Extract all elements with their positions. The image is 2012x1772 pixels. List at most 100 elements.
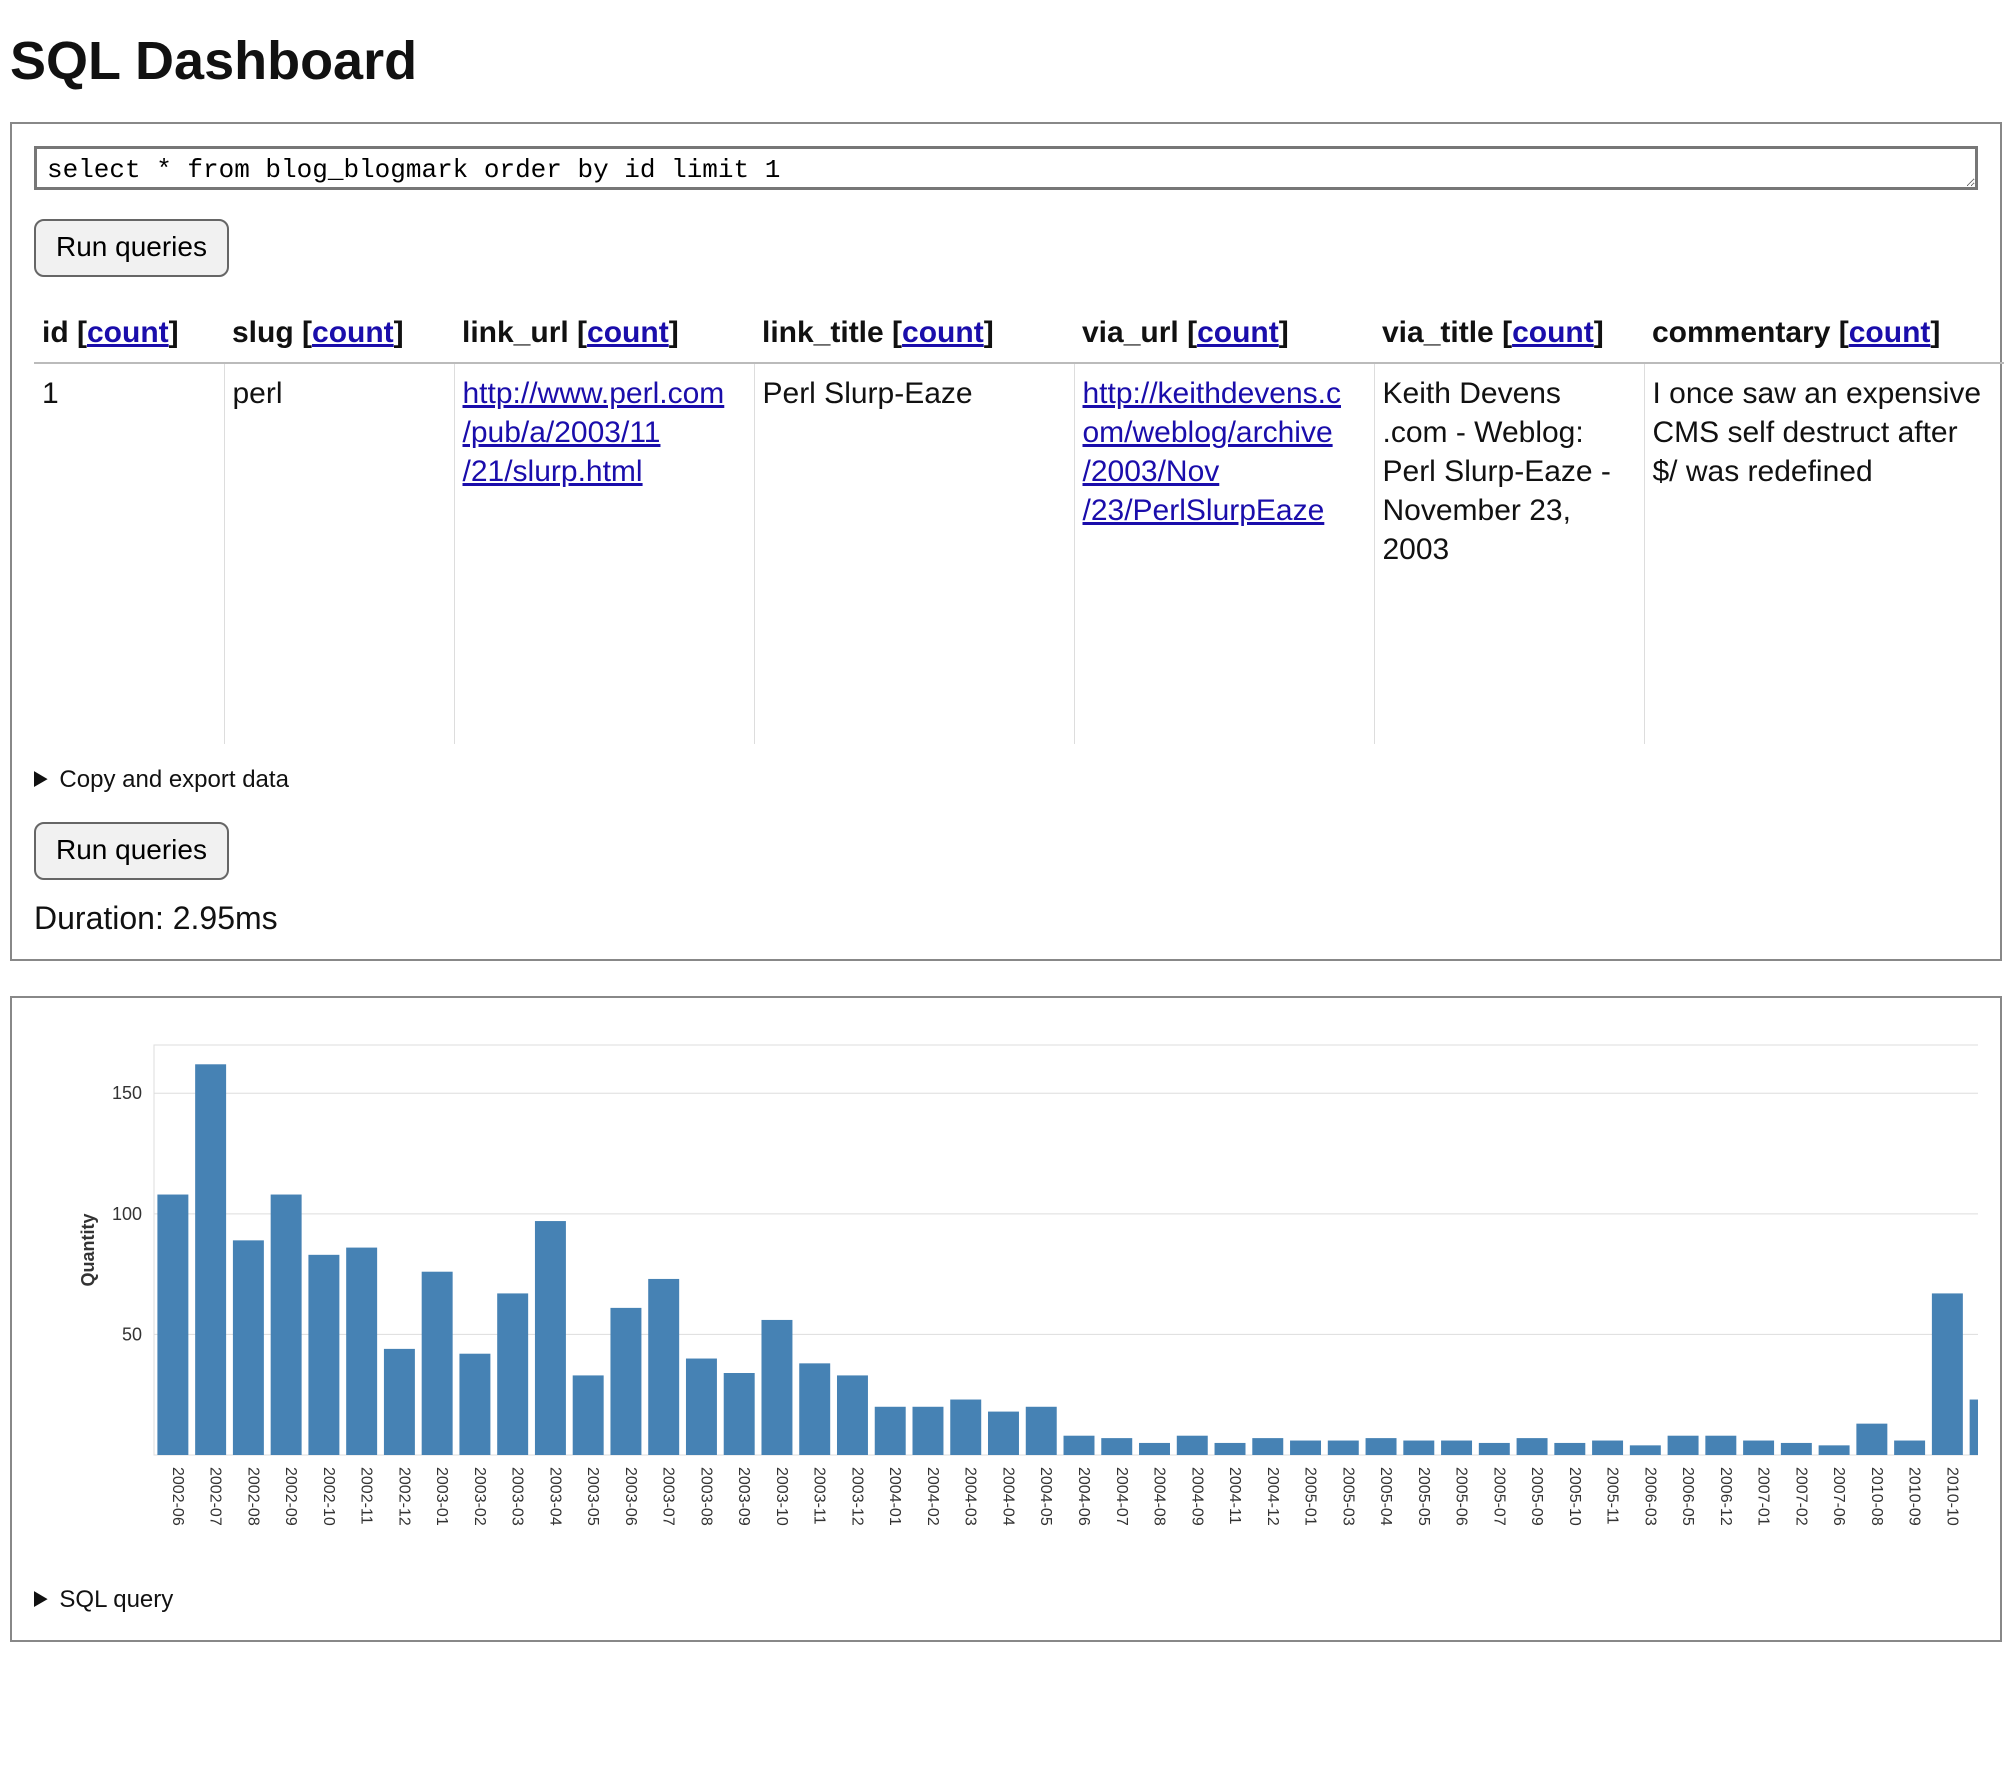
bar-2004-06: [1064, 1436, 1095, 1455]
svg-text:2004-06: 2004-06: [1075, 1467, 1092, 1526]
svg-text:2010-08: 2010-08: [1868, 1467, 1885, 1526]
sql-query-summary[interactable]: SQL query: [34, 1582, 1978, 1618]
column-header-commentary: commentary [count]: [1644, 303, 2004, 363]
bar-2004-05: [1026, 1407, 1057, 1455]
query-panel: Run queries id [count]slug [count]link_u…: [10, 122, 2002, 961]
bar-2003-06: [610, 1308, 641, 1455]
cell-link-title: Perl Slurp-Eaze: [754, 363, 1074, 744]
bar-2003-01: [422, 1272, 453, 1455]
duration-text: Duration: 2.95ms: [34, 900, 1978, 937]
svg-text:2004-12: 2004-12: [1264, 1467, 1281, 1526]
run-queries-button-bottom[interactable]: Run queries: [34, 822, 229, 880]
bar-2005-07: [1479, 1443, 1510, 1455]
column-header-id: id [count]: [34, 303, 224, 363]
bar-2004-03: [950, 1400, 981, 1455]
svg-text:2004-03: 2004-03: [962, 1467, 979, 1526]
bar-2004-04: [988, 1412, 1019, 1455]
column-header-link_url: link_url [count]: [454, 303, 754, 363]
count-link-via_url[interactable]: count: [1197, 316, 1279, 349]
bar-2003-03: [497, 1293, 528, 1455]
results-table: id [count]slug [count]link_url [count]li…: [34, 303, 2004, 744]
count-link-id[interactable]: count: [87, 316, 169, 349]
bar-2005-09: [1517, 1438, 1548, 1455]
svg-text:2003-07: 2003-07: [660, 1467, 677, 1526]
bar-2005-11: [1592, 1441, 1623, 1455]
svg-text:2007-02: 2007-02: [1792, 1467, 1809, 1526]
bar-2003-09: [724, 1373, 755, 1455]
bar-2010-08: [1856, 1424, 1887, 1455]
count-link-commentary[interactable]: count: [1849, 316, 1931, 349]
bar-2004-02: [913, 1407, 944, 1455]
svg-text:2002-06: 2002-06: [169, 1467, 186, 1526]
svg-text:2003-04: 2003-04: [546, 1467, 563, 1526]
bar-2007-01: [1743, 1441, 1774, 1455]
svg-text:2003-10: 2003-10: [773, 1467, 790, 1526]
bar-2002-09: [271, 1195, 302, 1455]
bar-2003-04: [535, 1221, 566, 1455]
svg-text:2003-11: 2003-11: [811, 1467, 828, 1525]
bar-chart: 50100150Quantity2002-062002-072002-08200…: [64, 1030, 1978, 1560]
svg-text:2004-08: 2004-08: [1151, 1467, 1168, 1526]
cell-id: 1: [34, 363, 224, 744]
column-name: slug: [232, 316, 302, 349]
column-name: id: [42, 316, 77, 349]
svg-text:150: 150: [112, 1083, 142, 1103]
svg-text:2006-05: 2006-05: [1679, 1467, 1696, 1526]
bar-2003-10: [761, 1320, 792, 1455]
sql-query-disclosure[interactable]: SQL query: [34, 1582, 1978, 1618]
bar-2005-04: [1366, 1438, 1397, 1455]
svg-text:2006-03: 2006-03: [1641, 1467, 1658, 1526]
bar-2003-05: [573, 1375, 604, 1455]
bar-2002-06: [157, 1195, 188, 1455]
bar-2006-05: [1668, 1436, 1699, 1455]
svg-text:2005-01: 2005-01: [1302, 1467, 1319, 1526]
svg-text:Quantity: Quantity: [78, 1213, 98, 1286]
count-link-link_title[interactable]: count: [902, 316, 984, 349]
chart-container: 50100150Quantity2002-062002-072002-08200…: [34, 1020, 1978, 1564]
bar-2003-02: [459, 1354, 490, 1455]
bar-2002-10: [308, 1255, 339, 1455]
link-url-link[interactable]: http://www.perl.com​/pub/a/2003/11​/21/s…: [463, 377, 725, 488]
bar-2004-09: [1177, 1436, 1208, 1455]
svg-text:2005-09: 2005-09: [1528, 1467, 1545, 1526]
copy-export-disclosure[interactable]: Copy and export data: [34, 762, 1978, 798]
column-name: link_url: [462, 316, 577, 349]
svg-text:2004-02: 2004-02: [924, 1467, 941, 1526]
via-url-link[interactable]: http://keithdevens.com​/weblog/archive​/…: [1083, 377, 1342, 527]
svg-text:2003-09: 2003-09: [735, 1467, 752, 1526]
column-header-slug: slug [count]: [224, 303, 454, 363]
svg-text:2007-06: 2007-06: [1830, 1467, 1847, 1526]
bar-2005-03: [1328, 1441, 1359, 1455]
bar-2005-10: [1554, 1443, 1585, 1455]
cell-via-title: Keith Devens .com - Weblog: Perl Slurp-E…: [1374, 363, 1644, 744]
count-link-slug[interactable]: count: [312, 316, 394, 349]
sql-input[interactable]: [34, 146, 1978, 190]
svg-text:2003-06: 2003-06: [622, 1467, 639, 1526]
svg-text:2002-10: 2002-10: [320, 1467, 337, 1526]
column-header-via_url: via_url [count]: [1074, 303, 1374, 363]
copy-export-summary[interactable]: Copy and export data: [34, 762, 1978, 798]
column-header-via_title: via_title [count]: [1374, 303, 1644, 363]
bar-2007-06: [1819, 1445, 1850, 1455]
bar-2004-08: [1139, 1443, 1170, 1455]
run-queries-button-top[interactable]: Run queries: [34, 219, 229, 277]
svg-text:2010-10: 2010-10: [1943, 1467, 1960, 1526]
bar-2005-01: [1290, 1441, 1321, 1455]
column-header-link_title: link_title [count]: [754, 303, 1074, 363]
svg-text:2003-01: 2003-01: [433, 1467, 450, 1526]
cell-commentary: I once saw an expensive CMS self destruc…: [1644, 363, 2004, 744]
svg-text:2002-11: 2002-11: [358, 1467, 375, 1525]
count-link-link_url[interactable]: count: [587, 316, 669, 349]
bar-2004-11: [1215, 1443, 1246, 1455]
svg-text:2004-04: 2004-04: [999, 1467, 1016, 1526]
bar-2010-10: [1932, 1293, 1963, 1455]
bar-2003-12: [837, 1375, 868, 1455]
svg-text:2003-05: 2003-05: [584, 1467, 601, 1526]
bar-2006-12: [1705, 1436, 1736, 1455]
svg-text:2004-09: 2004-09: [1188, 1467, 1205, 1526]
svg-text:2002-09: 2002-09: [282, 1467, 299, 1526]
bar-2002-12: [384, 1349, 415, 1455]
svg-text:2004-07: 2004-07: [1113, 1467, 1130, 1526]
bar-2010-09: [1894, 1441, 1925, 1455]
count-link-via_title[interactable]: count: [1512, 316, 1594, 349]
